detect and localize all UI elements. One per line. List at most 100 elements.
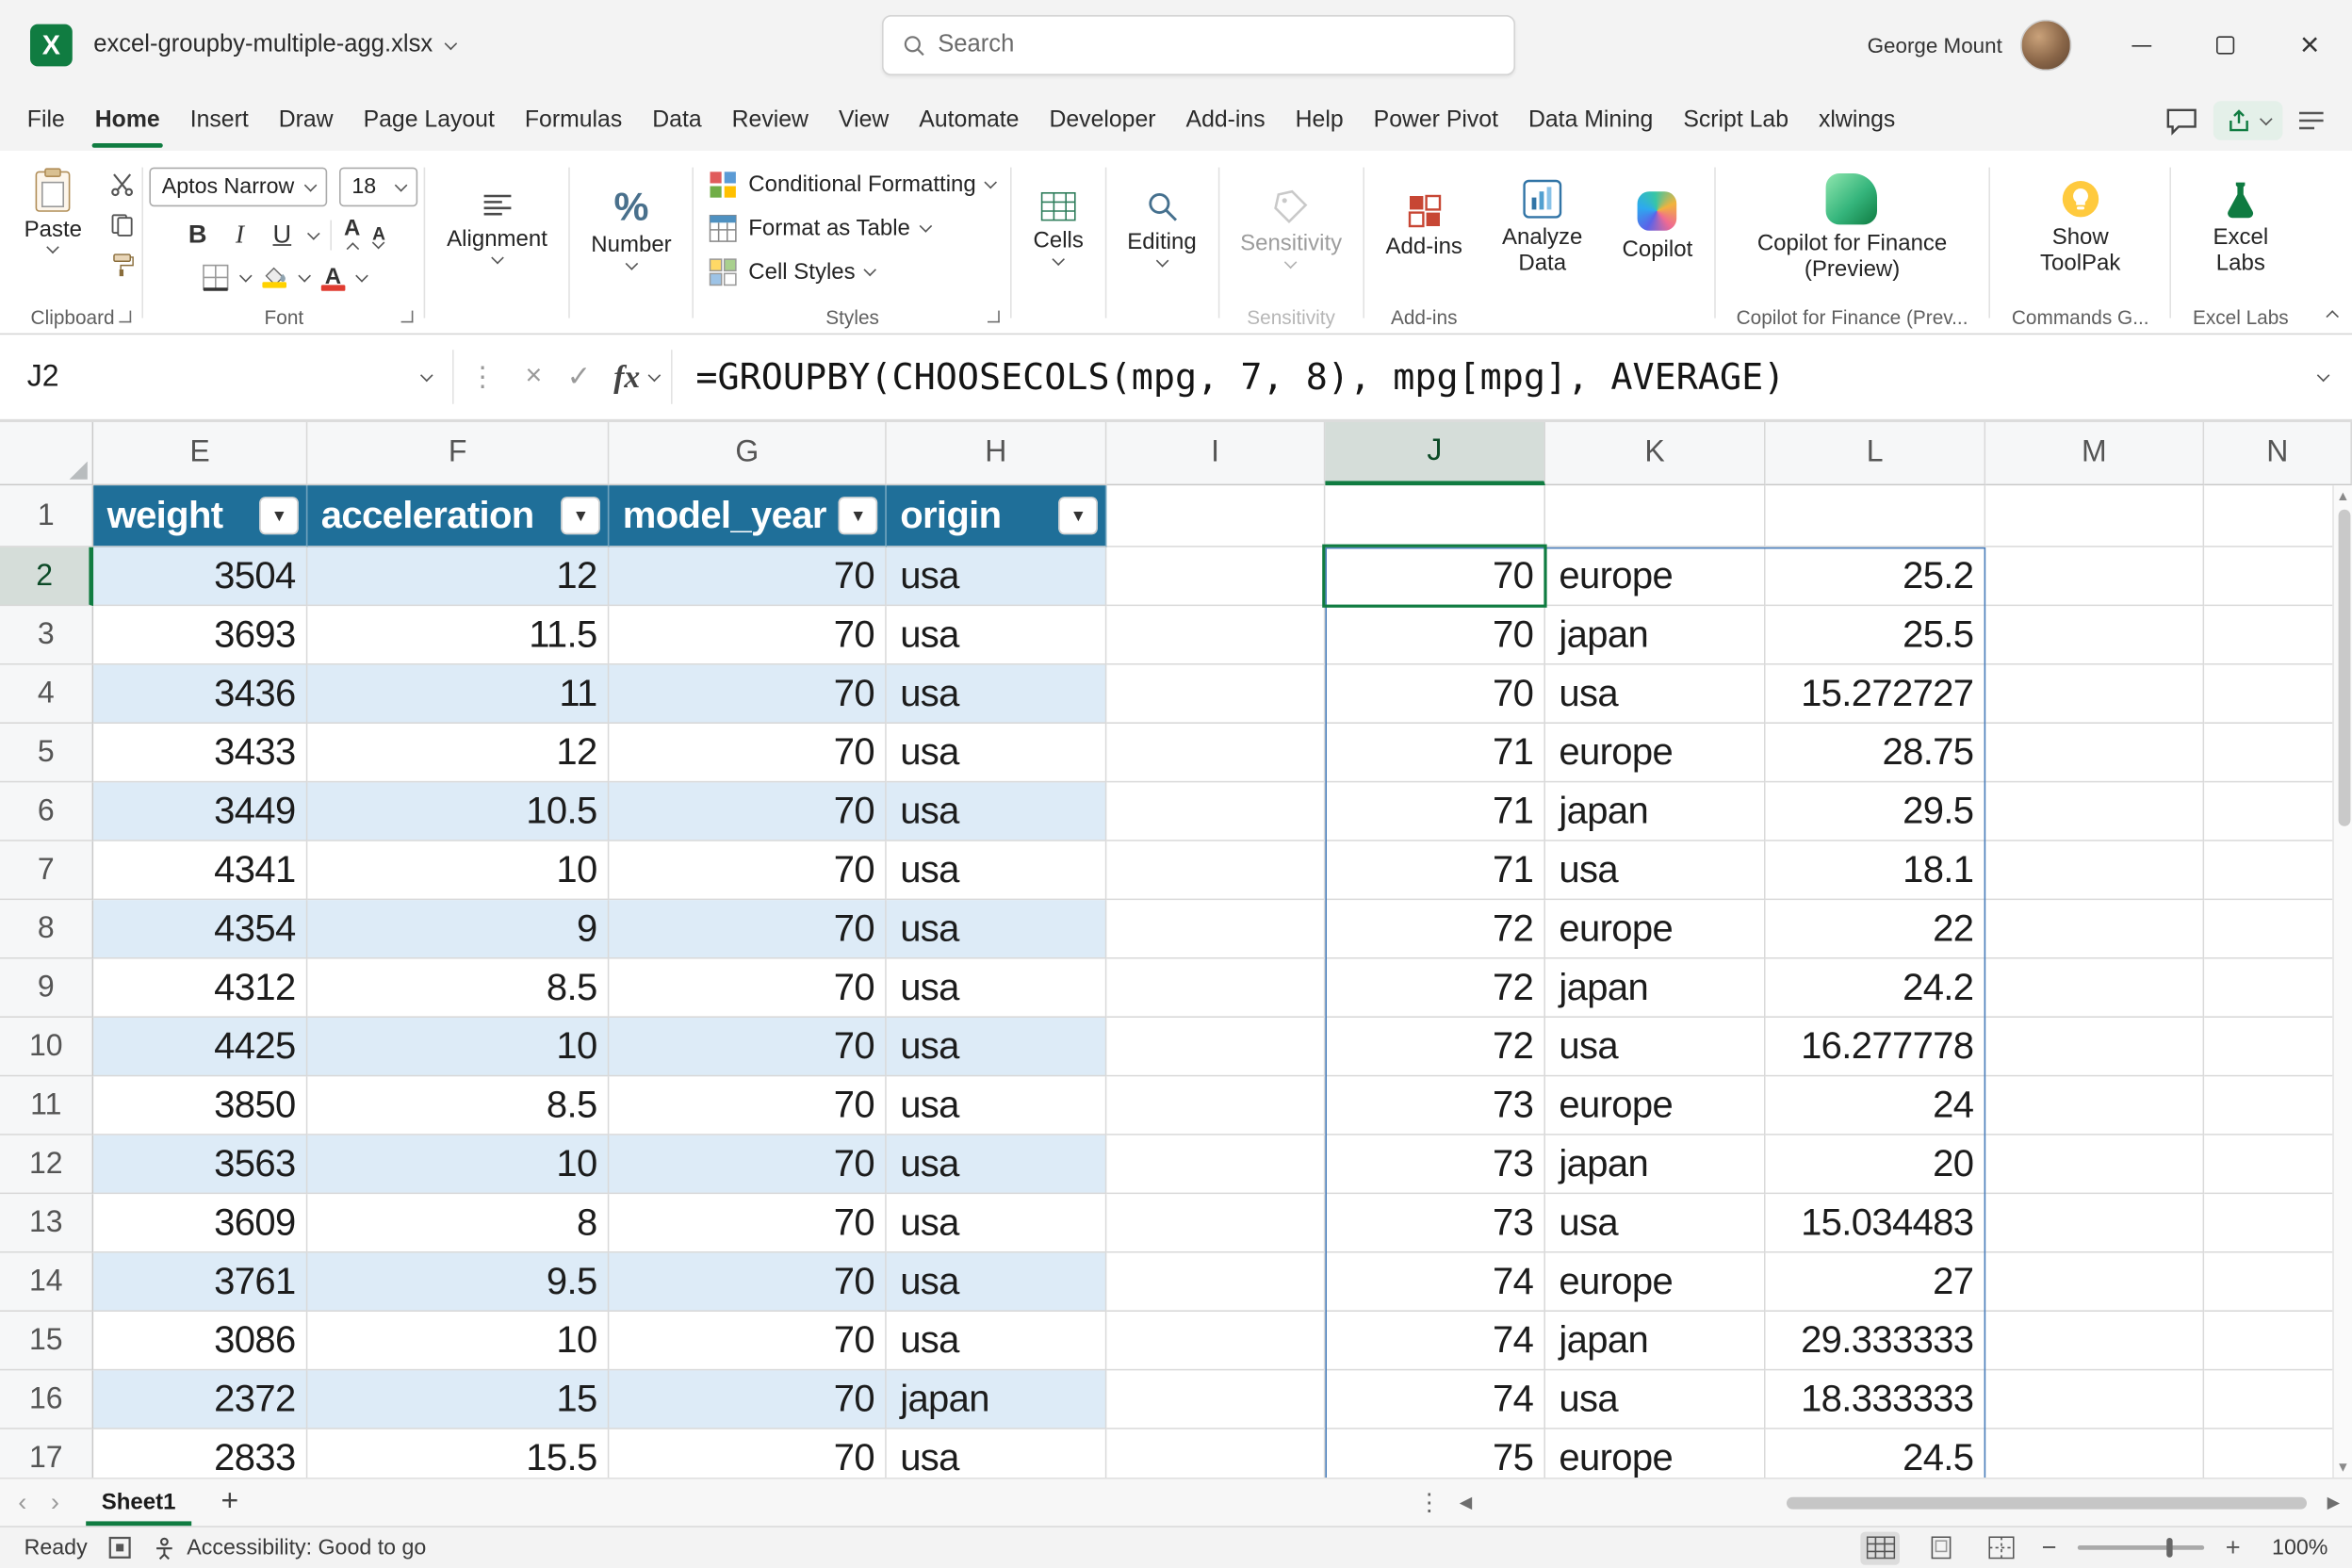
maximize-button[interactable] — [2183, 0, 2268, 90]
cell-G16[interactable]: 70 — [609, 1370, 886, 1429]
cell-L3[interactable]: 25.5 — [1766, 606, 1986, 664]
cell-I6[interactable] — [1106, 782, 1325, 841]
cell-H3[interactable]: usa — [887, 606, 1107, 664]
cell-N11[interactable] — [2204, 1076, 2352, 1135]
normal-view-button[interactable] — [1861, 1531, 1901, 1564]
column-header-J[interactable]: J — [1325, 422, 1545, 485]
editing-button[interactable]: Editing — [1112, 187, 1211, 269]
cell-L15[interactable]: 29.333333 — [1766, 1312, 1986, 1370]
cell-K13[interactable]: usa — [1545, 1194, 1766, 1252]
cell-K11[interactable]: europe — [1545, 1076, 1766, 1135]
cell-K5[interactable]: europe — [1545, 724, 1766, 782]
cell-H8[interactable]: usa — [887, 900, 1107, 958]
cell-H16[interactable]: japan — [887, 1370, 1107, 1429]
row-header-11[interactable]: 11 — [0, 1076, 93, 1135]
cell-E6[interactable]: 3449 — [93, 782, 307, 841]
scroll-right-icon[interactable]: ▶ — [2328, 1493, 2341, 1512]
cell-J2[interactable]: 70 — [1325, 547, 1545, 606]
name-box[interactable]: J2 — [0, 335, 452, 419]
column-header-H[interactable]: H — [887, 422, 1107, 485]
row-header-4[interactable]: 4 — [0, 665, 93, 724]
zoom-slider[interactable] — [2078, 1545, 2204, 1550]
cell-L14[interactable]: 27 — [1766, 1253, 1986, 1312]
cell-F16[interactable]: 15 — [307, 1370, 609, 1429]
row-header-14[interactable]: 14 — [0, 1253, 93, 1312]
cell-H15[interactable]: usa — [887, 1312, 1107, 1370]
cell-K3[interactable]: japan — [1545, 606, 1766, 664]
cell-K15[interactable]: japan — [1545, 1312, 1766, 1370]
cell-F12[interactable]: 10 — [307, 1135, 609, 1194]
cell-I16[interactable] — [1106, 1370, 1325, 1429]
row-header-17[interactable]: 17 — [0, 1429, 93, 1478]
paste-button[interactable]: Paste — [9, 164, 97, 254]
cell-N10[interactable] — [2204, 1018, 2352, 1076]
menu-tab-draw[interactable]: Draw — [264, 90, 349, 151]
cell-L11[interactable]: 24 — [1766, 1076, 1986, 1135]
cell-K1[interactable] — [1545, 485, 1766, 547]
cell-K2[interactable]: europe — [1545, 547, 1766, 606]
styles-dialog-launcher[interactable] — [988, 311, 1001, 323]
cell-N2[interactable] — [2204, 547, 2352, 606]
menu-tab-home[interactable]: Home — [80, 90, 175, 151]
cell-E14[interactable]: 3761 — [93, 1253, 307, 1312]
cell-G17[interactable]: 70 — [609, 1429, 886, 1478]
column-header-N[interactable]: N — [2204, 422, 2352, 485]
filter-button-acceleration[interactable]: ▼ — [561, 497, 600, 534]
cell-G7[interactable]: 70 — [609, 841, 886, 900]
cell-F9[interactable]: 8.5 — [307, 959, 609, 1018]
cell-J3[interactable]: 70 — [1325, 606, 1545, 664]
row-header-1[interactable]: 1 — [0, 485, 93, 547]
cell-M8[interactable] — [1985, 900, 2204, 958]
expand-formula-bar-icon[interactable] — [2317, 368, 2330, 382]
prev-sheet-icon[interactable]: ‹ — [18, 1487, 26, 1517]
cell-H7[interactable]: usa — [887, 841, 1107, 900]
column-header-G[interactable]: G — [609, 422, 886, 485]
cell-E13[interactable]: 3609 — [93, 1194, 307, 1252]
scroll-down-icon[interactable]: ▼ — [2336, 1460, 2349, 1475]
menu-tab-insert[interactable]: Insert — [175, 90, 264, 151]
font-size-select[interactable]: 18 — [340, 168, 418, 207]
add-ins-button[interactable]: Add-ins — [1371, 192, 1478, 264]
horizontal-scroll-thumb[interactable] — [1787, 1496, 2306, 1509]
menu-tab-help[interactable]: Help — [1281, 90, 1359, 151]
menu-tab-data[interactable]: Data — [637, 90, 716, 151]
cell-K7[interactable]: usa — [1545, 841, 1766, 900]
column-header-M[interactable]: M — [1985, 422, 2204, 485]
cell-E10[interactable]: 4425 — [93, 1018, 307, 1076]
column-header-I[interactable]: I — [1106, 422, 1325, 485]
menu-tab-data-mining[interactable]: Data Mining — [1513, 90, 1668, 151]
cell-K17[interactable]: europe — [1545, 1429, 1766, 1478]
column-header-F[interactable]: F — [307, 422, 609, 485]
row-header-13[interactable]: 13 — [0, 1194, 93, 1252]
cell-K9[interactable]: japan — [1545, 959, 1766, 1018]
chevron-down-icon[interactable] — [307, 226, 320, 239]
cell-E7[interactable]: 4341 — [93, 841, 307, 900]
cell-K16[interactable]: usa — [1545, 1370, 1766, 1429]
share-button[interactable] — [2213, 101, 2283, 140]
format-as-table-button[interactable]: Format as Table — [700, 210, 939, 245]
minimize-button[interactable] — [2099, 0, 2183, 90]
font-color-button[interactable]: A — [321, 265, 346, 290]
cell-H12[interactable]: usa — [887, 1135, 1107, 1194]
cell-F10[interactable]: 10 — [307, 1018, 609, 1076]
cell-N8[interactable] — [2204, 900, 2352, 958]
cell-M5[interactable] — [1985, 724, 2204, 782]
cell-N17[interactable] — [2204, 1429, 2352, 1478]
menu-tab-power-pivot[interactable]: Power Pivot — [1359, 90, 1513, 151]
cell-L1[interactable] — [1766, 485, 1986, 547]
cell-I15[interactable] — [1106, 1312, 1325, 1370]
vertical-scroll-thumb[interactable] — [2338, 510, 2350, 826]
cell-E17[interactable]: 2833 — [93, 1429, 307, 1478]
cell-G9[interactable]: 70 — [609, 959, 886, 1018]
cell-M9[interactable] — [1985, 959, 2204, 1018]
workbook-title[interactable]: excel-groupby-multiple-agg.xlsx — [93, 32, 455, 59]
cell-L6[interactable]: 29.5 — [1766, 782, 1986, 841]
accessibility-status[interactable]: Accessibility: Good to go — [152, 1536, 426, 1560]
menu-tab-xlwings[interactable]: xlwings — [1804, 90, 1910, 151]
row-header-2[interactable]: 2 — [0, 547, 93, 606]
cell-N3[interactable] — [2204, 606, 2352, 664]
cell-J17[interactable]: 75 — [1325, 1429, 1545, 1478]
cell-L9[interactable]: 24.2 — [1766, 959, 1986, 1018]
cell-G10[interactable]: 70 — [609, 1018, 886, 1076]
insert-function-button[interactable]: fx — [601, 358, 670, 396]
